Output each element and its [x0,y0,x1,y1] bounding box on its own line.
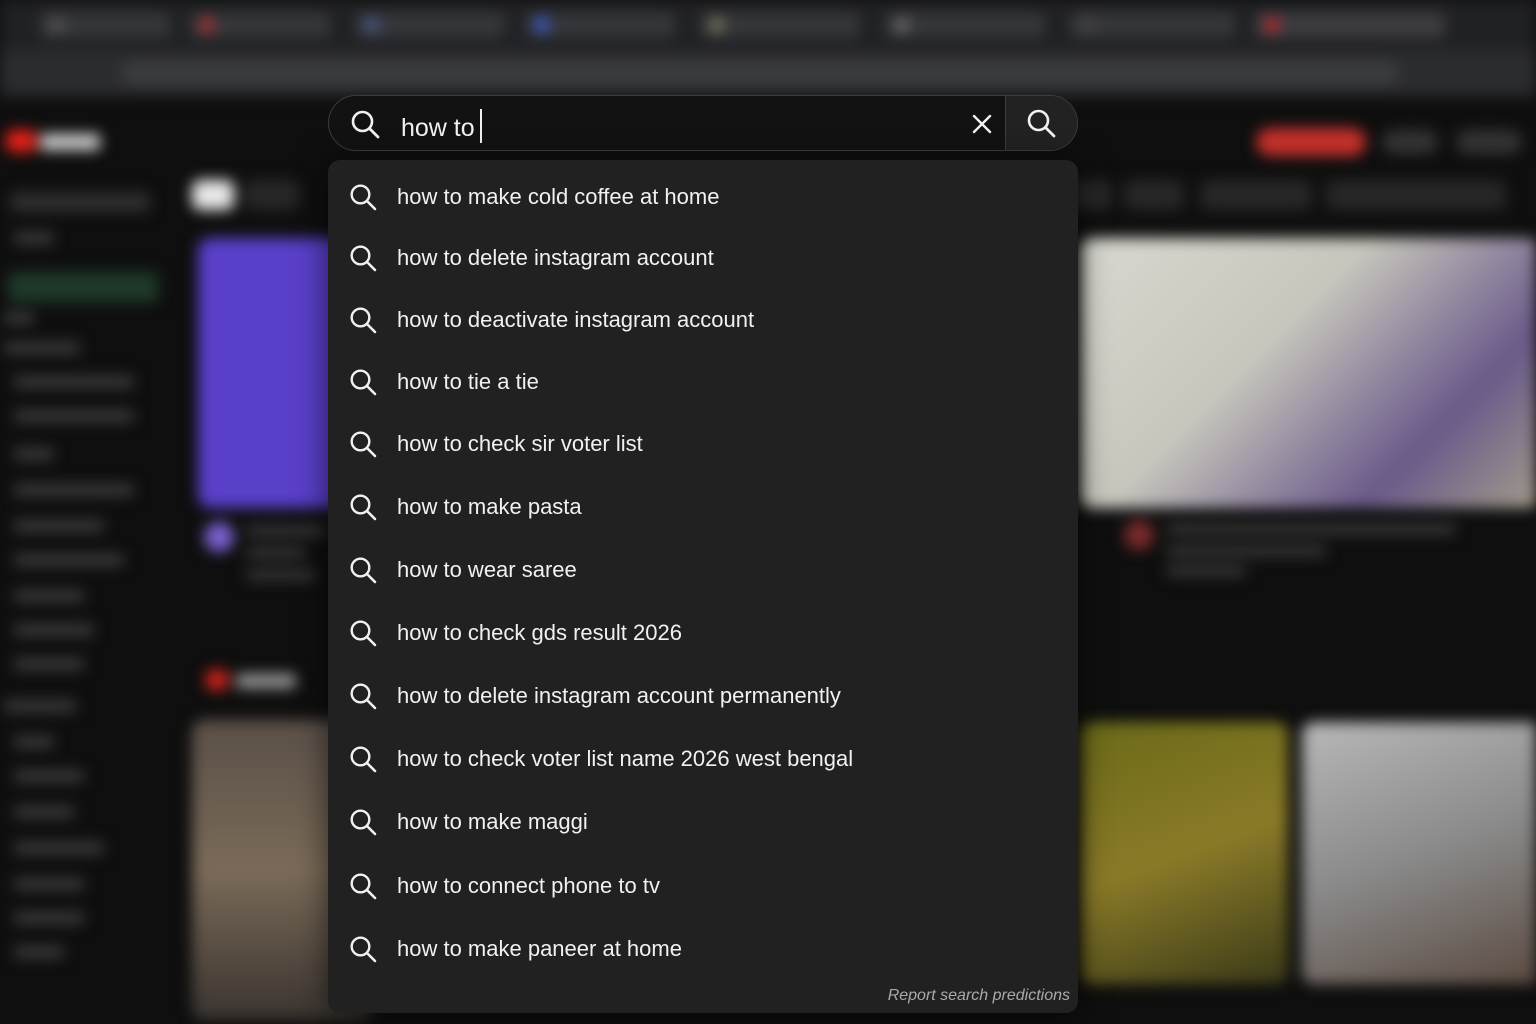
youtube-logo-icon [6,130,36,152]
browser-tab [40,12,170,38]
browser-tab-strip [0,0,1536,50]
suggestion-item[interactable]: how to check gds result 2026 [328,603,1078,663]
suggestion-text: how to make pasta [397,494,582,519]
suggestion-text: how to delete instagram account permanen… [397,683,841,708]
search-icon [348,367,378,397]
suggestion-text: how to make cold coffee at home [397,184,720,209]
short-thumbnail [1080,722,1288,984]
browser-tab [355,12,505,38]
search-icon [349,108,381,140]
text-caret [479,109,482,143]
clear-search-button[interactable] [965,107,999,141]
suggestion-item[interactable]: how to check voter list name 2026 west b… [328,729,1078,789]
search-suggestions-dropdown: how to make cold coffee at home how to d… [328,160,1078,1013]
suggestion-text: how to check gds result 2026 [397,620,682,645]
browser-tab [190,12,330,38]
video-thumbnail [1080,238,1536,508]
browser-tab [885,12,1045,38]
bg-button [1382,130,1438,154]
suggestion-text: how to check voter list name 2026 west b… [397,746,854,771]
search-icon [348,681,378,711]
suggestion-item[interactable]: how to make maggi [328,792,1078,852]
search-icon [348,807,378,837]
suggestion-item[interactable]: how to delete instagram account [328,228,1078,288]
suggestion-item[interactable]: how to delete instagram account permanen… [328,666,1078,726]
browser-tab [700,12,860,38]
close-icon [972,114,992,134]
search-button[interactable] [1006,96,1077,150]
search-icon [348,871,378,901]
browser-tab [1070,12,1235,38]
browser-tab-active [1255,12,1445,38]
suggestion-item[interactable]: how to deactivate instagram account [328,290,1078,350]
search-icon [348,492,378,522]
short-thumbnail [1302,722,1536,984]
search-icon [348,243,378,273]
suggestion-item[interactable]: how to make paneer at home [328,919,1078,979]
suggestion-text: how to delete instagram account [397,245,714,270]
search-icon [348,618,378,648]
bg-red-button [1256,128,1366,156]
suggestion-text: how to make paneer at home [397,936,682,961]
search-query: how to [401,114,475,142]
browser-address-bar [0,50,1536,96]
search-icon [348,744,378,774]
search-icon [1027,109,1056,138]
suggestion-text: how to connect phone to tv [397,873,660,898]
search-bar: how to [328,95,1078,151]
suggestion-item[interactable]: how to make cold coffee at home [328,167,1078,227]
suggestion-item[interactable]: how to wear saree [328,540,1078,600]
browser-tab [525,12,675,38]
suggestion-text: how to deactivate instagram account [397,307,755,332]
suggestion-text: how to check sir voter list [397,431,643,456]
suggestion-item[interactable]: how to connect phone to tv [328,856,1078,916]
suggestion-text: how to wear saree [397,557,577,582]
youtube-wordmark [40,134,100,150]
search-icon [348,555,378,585]
suggestion-text: how to make maggi [397,809,588,834]
search-input[interactable]: how to [401,109,482,143]
search-icon [348,934,378,964]
bg-button [1456,130,1522,154]
suggestion-text: how to tie a tie [397,369,539,394]
search-icon [348,305,378,335]
suggestion-item[interactable]: how to tie a tie [328,352,1078,412]
suggestion-item[interactable]: how to make pasta [328,477,1078,537]
suggestion-item[interactable]: how to check sir voter list [328,414,1078,474]
report-search-predictions-link[interactable]: Report search predictions [888,987,1070,1005]
search-icon [348,429,378,459]
search-icon [348,182,378,212]
